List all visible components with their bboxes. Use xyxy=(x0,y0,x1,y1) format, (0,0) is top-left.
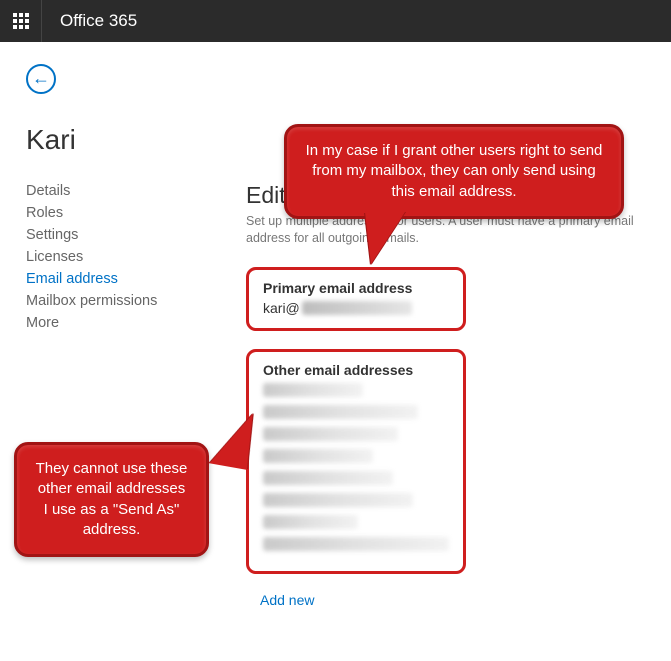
primary-email-redacted xyxy=(302,301,412,315)
sidebar-item-details[interactable]: Details xyxy=(26,180,246,202)
other-email-redacted xyxy=(263,493,413,507)
brand-label: Office 365 xyxy=(42,11,137,31)
annotation-callout-primary: In my case if I grant other users right … xyxy=(284,124,624,219)
add-new-link[interactable]: Add new xyxy=(246,592,645,608)
primary-email-label: Primary email address xyxy=(263,280,449,296)
sidebar-item-roles[interactable]: Roles xyxy=(26,202,246,224)
sidebar-item-mailbox-permissions[interactable]: Mailbox permissions xyxy=(26,290,246,312)
other-email-box: Other email addresses xyxy=(246,349,466,574)
waffle-icon xyxy=(13,13,29,29)
callout-tail-icon xyxy=(365,212,405,264)
sidebar-item-licenses[interactable]: Licenses xyxy=(26,246,246,268)
top-bar: Office 365 xyxy=(0,0,671,42)
primary-email-box: Primary email address kari@ xyxy=(246,267,466,331)
back-arrow-icon: ← xyxy=(32,69,50,87)
sidebar: Kari Details Roles Settings Licenses Ema… xyxy=(26,124,246,334)
page-title: Kari xyxy=(26,124,246,156)
other-email-redacted xyxy=(263,537,449,551)
app-launcher-button[interactable] xyxy=(0,0,42,42)
sidebar-item-settings[interactable]: Settings xyxy=(26,224,246,246)
annotation-callout-other: They cannot use these other email addres… xyxy=(14,442,209,557)
sidebar-item-more[interactable]: More xyxy=(26,312,246,334)
other-email-redacted xyxy=(263,449,373,463)
other-email-redacted xyxy=(263,383,363,397)
content-area: ← Kari Details Roles Settings Licenses E… xyxy=(0,42,671,608)
other-email-redacted xyxy=(263,471,393,485)
primary-email-prefix: kari@ xyxy=(263,300,300,316)
annotation-callout-other-text: They cannot use these other email addres… xyxy=(36,460,188,538)
other-email-redacted xyxy=(263,427,398,441)
sidebar-item-email-address[interactable]: Email address xyxy=(26,268,246,290)
annotation-callout-primary-text: In my case if I grant other users right … xyxy=(306,142,603,200)
other-email-redacted xyxy=(263,405,418,419)
other-email-label: Other email addresses xyxy=(263,362,449,378)
primary-email-value: kari@ xyxy=(263,300,412,316)
back-button[interactable]: ← xyxy=(26,64,56,94)
other-email-redacted xyxy=(263,515,358,529)
